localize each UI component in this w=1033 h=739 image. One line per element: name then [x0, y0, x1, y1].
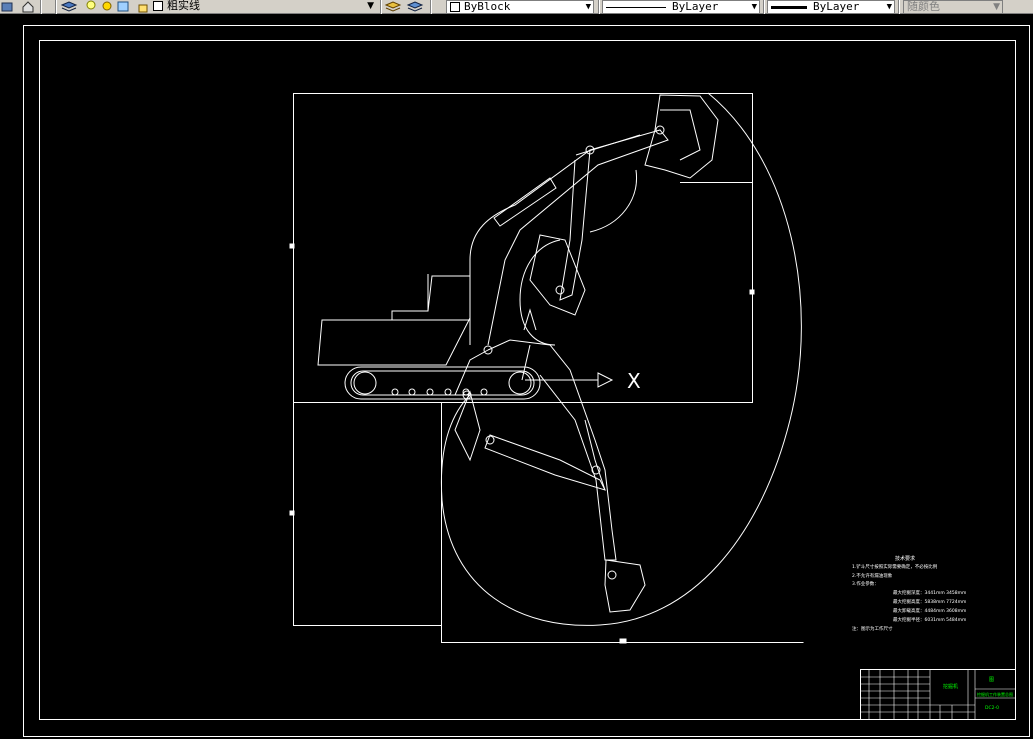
boom-lower [487, 339, 617, 561]
tech-param: 最大挖掘深度：3441mm 3458mm [893, 589, 966, 596]
bucket-upper-top [644, 94, 719, 179]
bucket-lower-bottom [604, 559, 646, 613]
title-block-sheet: 图 [989, 677, 994, 683]
excavator-drawing [289, 92, 804, 644]
cad-drawing[interactable]: X 技术要求 1.铲斗尺寸按照实际需要确定，不必按比例 2.不允许有漏油现象 3… [0, 14, 1033, 739]
chevron-down-icon[interactable]: ▼ [887, 1, 892, 13]
small-arc-upper [589, 169, 637, 233]
layer-color-swatch [153, 1, 163, 11]
reach-envelope-arc [440, 92, 802, 626]
upper-range-rect [293, 93, 753, 403]
title-block-drawing-name: 挖掘机工作装置总图 [977, 691, 1013, 697]
color-swatch [450, 2, 460, 12]
layer-states-icon[interactable] [0, 0, 16, 13]
plotstyle-value: 随颜色 [907, 0, 940, 13]
tech-param: 最大挖掘半径：6031mm 5484mm [893, 616, 966, 623]
idler-wheel [353, 371, 377, 395]
linetype-value: ByLayer [672, 0, 719, 13]
track-outline [344, 366, 541, 400]
tech-item: 3.作业参数： [852, 580, 879, 587]
toolbar: 粗实线 ▼ ByBlock ▼ ByLayer ▼ ByLayer ▼ 随颜色 … [0, 0, 1033, 14]
grip-marker [289, 510, 295, 516]
tech-title: 技术要求 [895, 555, 915, 562]
layers-icon[interactable] [60, 0, 78, 13]
lineweight-preview [771, 5, 807, 9]
color-value: ByBlock [464, 0, 511, 13]
lineweight-dropdown[interactable]: ByLayer ▼ [767, 0, 895, 14]
chevron-down-icon[interactable]: ▼ [586, 1, 591, 13]
linetype-dropdown[interactable]: ByLayer ▼ [602, 0, 760, 14]
tech-item: 1.铲斗尺寸按照实际需要确定，不必按比例 [852, 563, 938, 570]
grip-marker [749, 289, 755, 295]
linetype-preview [606, 6, 666, 8]
grip-marker [289, 243, 295, 249]
plotstyle-dropdown: 随颜色 ▼ [903, 0, 1003, 14]
arm-upper [559, 149, 591, 301]
arm-lower [484, 434, 606, 491]
tech-note: 注：图示为工作尺寸 [852, 625, 893, 632]
title-block: 挖掘机 图 挖掘机工作装置总图 DC2-0 [860, 669, 1016, 720]
arm-cylinder-upper [575, 134, 641, 156]
track-inner [350, 370, 535, 396]
lineweight-value: ByLayer [813, 0, 860, 13]
tech-param: 最大挖掘高度：5838mm 7724mm [893, 598, 966, 605]
tech-param: 最大卸载高度：4484mm 3608mm [893, 607, 966, 614]
layer-dropdown[interactable]: 粗实线 ▼ [150, 0, 376, 14]
x-axis-label: X [627, 369, 641, 393]
drawing-canvas[interactable]: X 技术要求 1.铲斗尺寸按照实际需要确定，不必按比例 2.不允许有漏油现象 3… [0, 14, 1033, 739]
make-layer-current-icon[interactable] [384, 0, 402, 13]
title-block-company: 挖掘机 [943, 683, 958, 690]
grip-marker [619, 638, 627, 644]
tech-requirements: 技术要求 1.铲斗尺寸按照实际需要确定，不必按比例 2.不允许有漏油现象 3.作… [852, 555, 966, 632]
lower-range-left [293, 402, 442, 626]
tech-item: 2.不允许有漏油现象 [852, 572, 893, 579]
chevron-down-icon[interactable]: ▼ [752, 1, 757, 13]
arm-cylinder-lower [584, 419, 606, 491]
lightbulb-icon[interactable] [84, 0, 100, 13]
bucket-upper-mid [529, 234, 586, 316]
chevron-down-icon[interactable]: ▼ [367, 0, 374, 12]
boom-cylinder-upper [493, 177, 557, 227]
layer-name: 粗实线 [167, 0, 200, 12]
sprocket-wheel [508, 371, 532, 395]
title-block-drawing-number: DC2-0 [985, 705, 999, 711]
boom-foot [454, 349, 489, 396]
freeze-icon[interactable] [116, 0, 132, 13]
sun-icon[interactable] [100, 0, 116, 13]
house-icon[interactable] [20, 0, 36, 13]
y-axis-line [521, 344, 531, 381]
x-axis-arrowhead [597, 372, 614, 388]
color-dropdown[interactable]: ByBlock ▼ [446, 0, 594, 14]
bucket-link-upper [660, 109, 701, 161]
layer-previous-icon[interactable] [406, 0, 424, 13]
chevron-down-icon: ▼ [993, 2, 1000, 12]
